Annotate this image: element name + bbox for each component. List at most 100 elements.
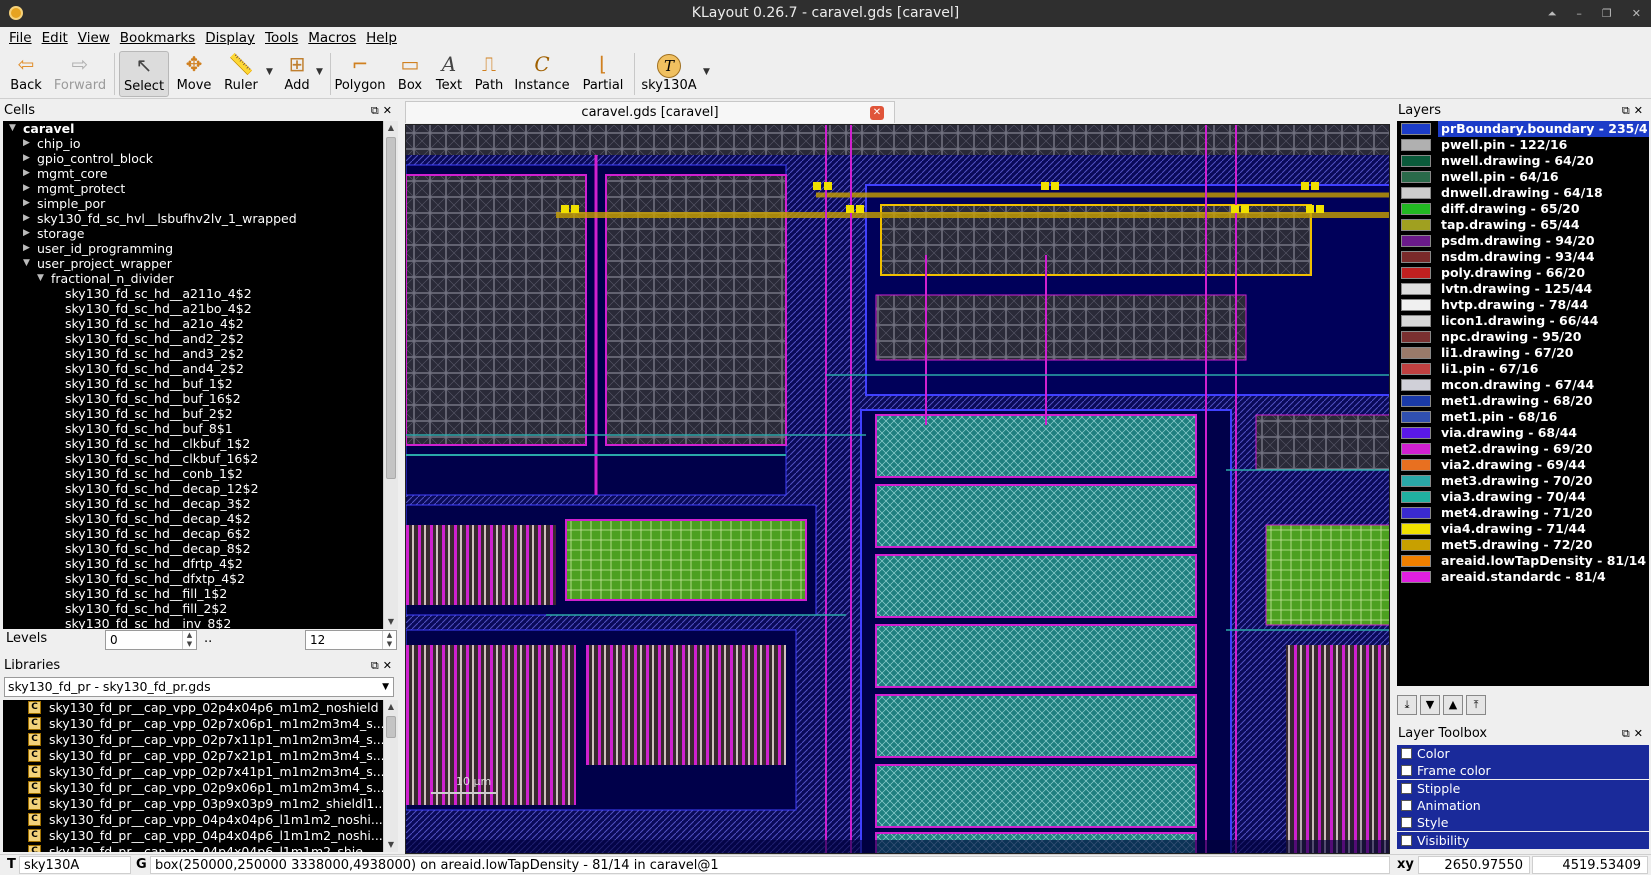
section-checkbox[interactable] — [1401, 782, 1412, 794]
layer-item[interactable]: met1.pin - 68/16 — [1397, 409, 1649, 425]
select-tool-button[interactable]: ↖ Select — [119, 51, 169, 97]
layer-item[interactable]: diff.drawing - 65/20 — [1397, 201, 1649, 217]
layer-item[interactable]: nwell.drawing - 64/20 — [1397, 153, 1649, 169]
collapsed-arrow-icon[interactable]: ▶ — [23, 196, 30, 211]
close-panel-icon[interactable]: ✕ — [1634, 727, 1647, 740]
cell-tree-item[interactable]: sky130_fd_sc_hd__clkbuf_1$2 — [3, 436, 383, 451]
cell-tree-item[interactable]: sky130_fd_sc_hd__and2_2$2 — [3, 331, 383, 346]
layer-item[interactable]: lvtn.drawing - 125/44 — [1397, 281, 1649, 297]
technology-button[interactable]: T sky130A — [640, 51, 698, 97]
minimize-window-icon[interactable]: – — [1576, 0, 1582, 27]
layer-item[interactable]: mcon.drawing - 67/44 — [1397, 377, 1649, 393]
undock-icon[interactable]: ⧉ — [371, 659, 383, 672]
cell-tree-item[interactable]: sky130_fd_sc_hd__buf_8$1 — [3, 421, 383, 436]
cell-tree-item[interactable]: sky130_fd_sc_hd__dfrtp_4$2 — [3, 556, 383, 571]
path-tool-button[interactable]: ⎍ Path — [472, 51, 506, 97]
collapsed-arrow-icon[interactable]: ▶ — [23, 211, 30, 226]
toolbox-section[interactable]: Visibility — [1397, 831, 1649, 849]
cell-tree-item[interactable]: sky130_fd_sc_hd__buf_1$2 — [3, 376, 383, 391]
layer-item[interactable]: dnwell.drawing - 64/18 — [1397, 185, 1649, 201]
layer-item[interactable]: pwell.pin - 122/16 — [1397, 137, 1649, 153]
collapsed-arrow-icon[interactable]: ▶ — [23, 181, 30, 196]
expanded-arrow-icon[interactable]: ▼ — [37, 271, 44, 286]
text-tool-button[interactable]: A Text — [432, 51, 466, 97]
spinbox-arrows-icon[interactable]: ▲ ▼ — [182, 631, 196, 649]
layer-item[interactable]: areaid.standardc - 81/4 — [1397, 569, 1649, 585]
undock-icon[interactable]: ⧉ — [1622, 104, 1634, 117]
add-dropdown-chevron-icon[interactable]: ▼ — [316, 67, 323, 77]
scroll-up-icon[interactable]: ▲ — [384, 700, 398, 714]
cell-tree-item[interactable]: sky130_fd_sc_hd__decap_4$2 — [3, 511, 383, 526]
library-cell-item[interactable]: Csky130_fd_pr__cap_vpp_02p7x21p1_m1m2m3m… — [3, 748, 383, 764]
cell-tree-item[interactable]: sky130_fd_sc_hd__decap_3$2 — [3, 496, 383, 511]
layout-canvas[interactable]: 10 µm — [405, 124, 1390, 854]
layer-item[interactable]: prBoundary.boundary - 235/4 — [1397, 121, 1649, 137]
menu-macros[interactable]: Macros — [303, 30, 361, 46]
menu-file[interactable]: File — [4, 30, 37, 46]
polygon-tool-button[interactable]: ⌐ Polygon — [334, 51, 386, 97]
move-layer-bottom-icon[interactable]: ⤓ — [1397, 695, 1417, 715]
layer-item[interactable]: met2.drawing - 69/20 — [1397, 441, 1649, 457]
close-window-icon[interactable]: ✕ — [1632, 0, 1641, 27]
cell-tree-item[interactable]: ▶ mgmt_protect — [3, 181, 383, 196]
toolbox-section[interactable]: Style — [1397, 814, 1649, 832]
menu-help[interactable]: Help — [361, 30, 402, 46]
layer-item[interactable]: areaid.lowTapDensity - 81/14 — [1397, 553, 1649, 569]
collapsed-arrow-icon[interactable]: ▶ — [23, 166, 30, 181]
layer-item[interactable]: nsdm.drawing - 93/44 — [1397, 249, 1649, 265]
forward-button[interactable]: ⇨ Forward — [52, 51, 108, 97]
cell-tree-item[interactable]: ▶ storage — [3, 226, 383, 241]
ruler-tool-button[interactable]: 📏 Ruler — [220, 51, 262, 97]
technology-dropdown-chevron-icon[interactable]: ▼ — [703, 67, 710, 77]
library-cell-item[interactable]: Csky130_fd_pr__cap_vpp_02p7x06p1_m1m2m3m… — [3, 716, 383, 732]
close-panel-icon[interactable]: ✕ — [1634, 104, 1647, 117]
section-checkbox[interactable] — [1401, 817, 1412, 829]
layer-item[interactable]: via3.drawing - 70/44 — [1397, 489, 1649, 505]
library-cell-item[interactable]: Csky130_fd_pr__cap_vpp_04p4x04p6_l1m1m2_… — [3, 828, 383, 844]
cell-tree-item[interactable]: sky130_fd_sc_hd__a21o_4$2 — [3, 316, 383, 331]
library-cell-item[interactable]: Csky130_fd_pr__cap_vpp_03p9x03p9_m1m2_sh… — [3, 796, 383, 812]
toolbox-section[interactable]: Animation — [1397, 796, 1649, 814]
ruler-dropdown-chevron-icon[interactable]: ▼ — [266, 67, 273, 77]
move-layer-up-icon[interactable]: ▲ — [1443, 695, 1463, 715]
layer-item[interactable]: nwell.pin - 64/16 — [1397, 169, 1649, 185]
spinbox-arrows-icon[interactable]: ▲ ▼ — [382, 631, 396, 649]
library-cell-item[interactable]: Csky130_fd_pr__cap_vpp_04p4x04p6_l1m1m2_… — [3, 812, 383, 828]
layer-item[interactable]: tap.drawing - 65/44 — [1397, 217, 1649, 233]
layer-item[interactable]: met1.drawing - 68/20 — [1397, 393, 1649, 409]
expanded-arrow-icon[interactable]: ▼ — [9, 121, 16, 136]
cell-tree-item[interactable]: ▼ caravel — [3, 121, 383, 136]
cell-tree-item[interactable]: sky130_fd_sc_hd__decap_8$2 — [3, 541, 383, 556]
layer-item[interactable]: psdm.drawing - 94/20 — [1397, 233, 1649, 249]
close-panel-icon[interactable]: ✕ — [383, 659, 396, 672]
cell-tree-item[interactable]: ▼ fractional_n_divider — [3, 271, 383, 286]
cell-tree-item[interactable]: sky130_fd_sc_hd__and3_2$2 — [3, 346, 383, 361]
cell-tree-item[interactable]: sky130_fd_sc_hd__conb_1$2 — [3, 466, 383, 481]
cell-tree-item[interactable]: sky130_fd_sc_hd__clkbuf_16$2 — [3, 451, 383, 466]
scroll-down-icon[interactable]: ▼ — [384, 615, 398, 629]
cell-tree-item[interactable]: sky130_fd_sc_hd__fill_2$2 — [3, 601, 383, 616]
scrollbar-thumb[interactable] — [386, 137, 396, 479]
layer-item[interactable]: via4.drawing - 71/44 — [1397, 521, 1649, 537]
shade-window-icon[interactable]: ⏶ — [1548, 0, 1557, 27]
section-checkbox[interactable] — [1401, 765, 1412, 777]
menu-view[interactable]: View — [73, 30, 115, 46]
cell-tree-item[interactable]: ▶ sky130_fd_sc_hvl__lsbufhv2lv_1_wrapped — [3, 211, 383, 226]
cell-tree-item[interactable]: sky130_fd_sc_hd__decap_12$2 — [3, 481, 383, 496]
cell-tree-item[interactable]: sky130_fd_sc_hd__fill_1$2 — [3, 586, 383, 601]
maximize-window-icon[interactable]: ❐ — [1602, 0, 1612, 27]
section-checkbox[interactable] — [1401, 834, 1412, 846]
library-list-scrollbar[interactable]: ▲ ▼ — [383, 700, 398, 852]
library-cell-item[interactable]: Csky130_fd_pr__cap_vpp_02p9x06p1_m1m2m3m… — [3, 780, 383, 796]
box-tool-button[interactable]: ▭ Box — [393, 51, 427, 97]
scroll-down-icon[interactable]: ▼ — [384, 838, 398, 852]
layer-item[interactable]: hvtp.drawing - 78/44 — [1397, 297, 1649, 313]
move-layer-down-icon[interactable]: ▼ — [1420, 695, 1440, 715]
layer-item[interactable]: licon1.drawing - 66/44 — [1397, 313, 1649, 329]
back-button[interactable]: ⇦ Back — [6, 51, 46, 97]
cell-tree-item[interactable]: ▶ user_id_programming — [3, 241, 383, 256]
section-checkbox[interactable] — [1401, 748, 1412, 759]
undock-icon[interactable]: ⧉ — [371, 104, 383, 117]
cell-tree-item[interactable]: ▶ mgmt_core — [3, 166, 383, 181]
layer-list[interactable]: prBoundary.boundary - 235/4 pwell.pin - 1… — [1397, 121, 1649, 686]
